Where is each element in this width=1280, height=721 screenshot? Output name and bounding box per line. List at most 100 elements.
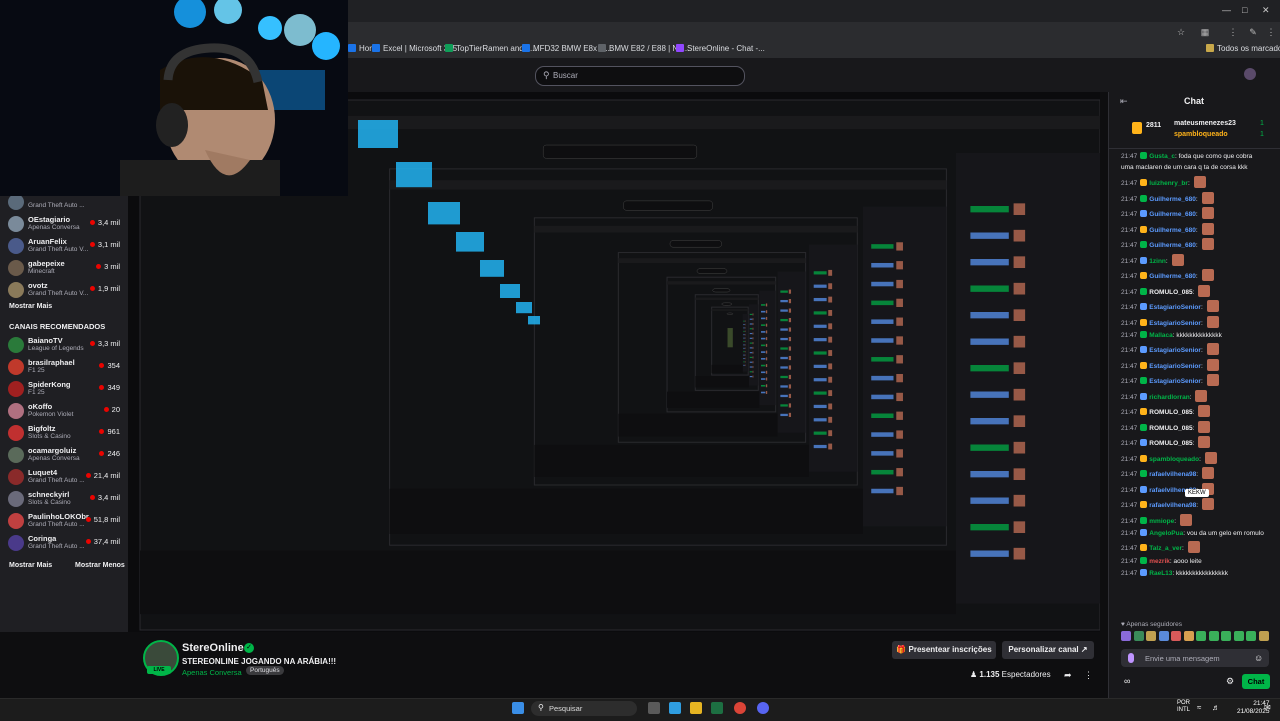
copilot-icon[interactable] bbox=[669, 702, 681, 714]
emote-icon[interactable] bbox=[1259, 631, 1269, 641]
emote-bar[interactable] bbox=[1121, 631, 1271, 643]
chat-username[interactable]: ROMULO_085 bbox=[1149, 289, 1192, 296]
sidebar-channel[interactable]: brasilraphaelF1 25354 bbox=[0, 356, 128, 378]
star-icon[interactable]: ☆ bbox=[1176, 27, 1186, 37]
chat-username[interactable]: Talz_a_ver bbox=[1149, 545, 1182, 552]
chat-username[interactable]: mmiope bbox=[1149, 518, 1174, 525]
chat-username[interactable]: EstagiarioSenior bbox=[1149, 347, 1201, 354]
chat-username[interactable]: RaeL13 bbox=[1149, 570, 1172, 577]
task-view-icon[interactable] bbox=[648, 702, 660, 714]
show-more-recommended[interactable]: Mostrar Mais bbox=[9, 562, 52, 569]
emote-icon[interactable] bbox=[1159, 631, 1169, 641]
emote-icon[interactable] bbox=[1209, 631, 1219, 641]
emote-icon[interactable] bbox=[1121, 631, 1131, 641]
close-icon[interactable]: ✕ bbox=[1262, 5, 1270, 16]
emote-picker-icon[interactable]: ☺ bbox=[1254, 653, 1263, 663]
sidebar-channel[interactable]: AruanFelixGrand Theft Auto V...3,1 mil bbox=[0, 235, 128, 257]
gift-user[interactable]: mateusmenezes23 bbox=[1174, 120, 1236, 127]
chat-username[interactable]: EstagiarioSenior bbox=[1149, 363, 1201, 370]
emote-icon[interactable] bbox=[1221, 631, 1231, 641]
chat-username[interactable]: AngeloPua bbox=[1149, 530, 1183, 537]
emote-icon[interactable] bbox=[1171, 631, 1181, 641]
extensions-icon[interactable]: ▦ bbox=[1200, 27, 1210, 37]
settings-icon[interactable]: ⚙ bbox=[1226, 676, 1234, 687]
all-bookmarks[interactable]: Todos os marcadores bbox=[1206, 44, 1280, 53]
notification-icon[interactable]: ✉ bbox=[1264, 703, 1271, 712]
discord-icon[interactable] bbox=[757, 702, 769, 714]
emote-icon[interactable] bbox=[1196, 631, 1206, 641]
chat-username[interactable]: Guilherme_680 bbox=[1149, 242, 1196, 249]
taskbar-search[interactable]: ⚲ Pesquisar bbox=[531, 701, 637, 716]
chat-username[interactable]: Guilherme_680 bbox=[1149, 227, 1196, 234]
sidebar-channel[interactable]: gabepeixeMinecraft3 mil bbox=[0, 257, 128, 279]
gift-subs-button[interactable]: 🎁 Presentear inscrições bbox=[892, 641, 996, 659]
user-avatar[interactable] bbox=[1244, 68, 1256, 80]
wifi-icon[interactable]: ≈ bbox=[1197, 703, 1201, 712]
emote-icon[interactable] bbox=[1246, 631, 1256, 641]
send-chat-button[interactable]: Chat bbox=[1242, 674, 1270, 689]
bookmark-item[interactable]: StereOnline - Chat -... bbox=[676, 44, 765, 53]
sidebar-channel[interactable]: SpiderKongF1 25349 bbox=[0, 378, 128, 400]
mirror-chat-line bbox=[743, 344, 744, 345]
chat-username[interactable]: rafaelvilhena98 bbox=[1149, 502, 1196, 509]
chat-username[interactable]: ROMULO_085 bbox=[1149, 425, 1192, 432]
gift-user[interactable]: spambloqueado bbox=[1174, 131, 1228, 138]
sidebar-channel[interactable]: oKoffoPokemon Violet20 bbox=[0, 400, 128, 422]
chrome-icon[interactable] bbox=[734, 702, 746, 714]
sidebar-channel[interactable]: Luquet4Grand Theft Auto ...21,4 mil bbox=[0, 466, 128, 488]
share-icon[interactable]: ➦ bbox=[1064, 670, 1072, 681]
chat-username[interactable]: mezrik bbox=[1149, 558, 1170, 565]
more-icon[interactable]: ⋮ bbox=[1266, 27, 1276, 37]
stream-category[interactable]: Apenas Conversa bbox=[182, 668, 242, 677]
sidebar-channel[interactable]: ocamargoluizApenas Conversa246 bbox=[0, 444, 128, 466]
minimize-icon[interactable]: — bbox=[1222, 5, 1231, 15]
chat-username[interactable]: Guilherme_680 bbox=[1149, 196, 1196, 203]
chat-message: 21:47Guilherme_680: bbox=[1121, 207, 1276, 219]
sidebar-channel[interactable]: OEstagiarioApenas Conversa3,4 mil bbox=[0, 213, 128, 235]
points-icon[interactable]: ∞ bbox=[1124, 676, 1130, 686]
chat-username[interactable]: Gusta_c bbox=[1149, 153, 1175, 160]
language-tag[interactable]: Português bbox=[246, 666, 284, 675]
channel-name[interactable]: StereOnline bbox=[182, 642, 244, 654]
sidebar-channel[interactable]: BaianoTVLeague of Legends3,3 mil bbox=[0, 334, 128, 356]
sidebar-channel[interactable]: ovotzGrand Theft Auto V...1,9 mil bbox=[0, 279, 128, 301]
chat-username[interactable]: ROMULO_085 bbox=[1149, 440, 1192, 447]
sidebar-channel[interactable]: schneckyirlSlots & Casino3,4 mil bbox=[0, 488, 128, 510]
sidebar-channel[interactable]: BigfoltzSlots & Casino961 bbox=[0, 422, 128, 444]
emote-icon[interactable] bbox=[1134, 631, 1144, 641]
search-input[interactable]: ⚲ Buscar bbox=[535, 66, 745, 86]
chat-username[interactable]: Guilherme_680 bbox=[1149, 211, 1196, 218]
start-icon[interactable] bbox=[512, 702, 524, 714]
chat-username[interactable]: spambloqueado bbox=[1149, 456, 1199, 463]
mirror-chat-line bbox=[761, 338, 765, 340]
chat-username[interactable]: luizhenry_br bbox=[1149, 180, 1188, 187]
menu-icon[interactable]: ⋮ bbox=[1228, 27, 1238, 37]
chat-username[interactable]: rafaelvilhena98 bbox=[1149, 471, 1196, 478]
chat-username[interactable]: EstagiarioSenior bbox=[1149, 304, 1201, 311]
customize-channel-button[interactable]: Personalizar canal ↗ bbox=[1002, 641, 1094, 659]
chat-username[interactable]: Guilherme_680 bbox=[1149, 273, 1196, 280]
emote-icon[interactable] bbox=[1146, 631, 1156, 641]
edit-icon[interactable]: ✎ bbox=[1248, 27, 1258, 37]
language-indicator[interactable]: PORINTL bbox=[1177, 700, 1190, 714]
excel-icon[interactable] bbox=[711, 702, 723, 714]
volume-icon[interactable]: ♬ bbox=[1212, 703, 1220, 712]
chat-username[interactable]: Mallaca bbox=[1149, 332, 1173, 339]
chat-username[interactable]: richardlorran bbox=[1149, 394, 1189, 401]
more-options-icon[interactable]: ⋮ bbox=[1084, 670, 1093, 681]
maximize-icon[interactable]: □ bbox=[1242, 5, 1247, 15]
show-less-recommended[interactable]: Mostrar Menos bbox=[75, 562, 125, 569]
chat-username[interactable]: 1zinn bbox=[1149, 258, 1166, 265]
chat-username[interactable]: ROMULO_085 bbox=[1149, 409, 1192, 416]
emote-icon[interactable] bbox=[1234, 631, 1244, 641]
sidebar-channel[interactable]: PaulinhoLOKObrGrand Theft Auto ...51,8 m… bbox=[0, 510, 128, 532]
chat-username[interactable]: EstagiarioSenior bbox=[1149, 378, 1201, 385]
bits-icon[interactable] bbox=[1128, 653, 1134, 663]
mirror-toolbar bbox=[695, 298, 758, 300]
emote-icon[interactable] bbox=[1184, 631, 1194, 641]
chat-username[interactable]: EstagiarioSenior bbox=[1149, 320, 1201, 327]
emote-icon bbox=[1198, 421, 1210, 433]
show-more-followed[interactable]: Mostrar Mais bbox=[9, 303, 52, 310]
sidebar-channel[interactable]: CoringaGrand Theft Auto ...37,4 mil bbox=[0, 532, 128, 554]
file-explorer-icon[interactable] bbox=[690, 702, 702, 714]
